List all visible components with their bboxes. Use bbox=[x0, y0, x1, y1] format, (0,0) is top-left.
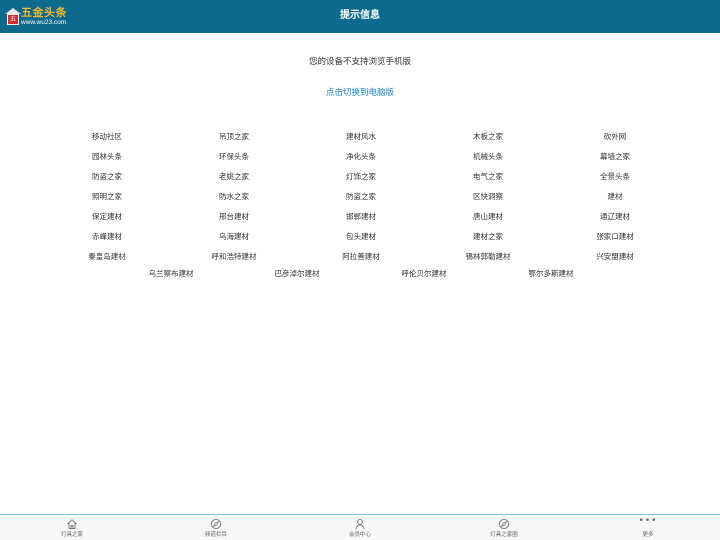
site-link[interactable]: 唐山建材 bbox=[428, 211, 548, 223]
site-link[interactable]: 巴彦淖尔建材 bbox=[237, 268, 357, 280]
tab-label: 更多 bbox=[642, 532, 654, 538]
site-link[interactable]: 照明之家 bbox=[47, 191, 167, 203]
site-link[interactable]: 区快洞察 bbox=[428, 191, 548, 203]
site-link[interactable]: 邯郸建材 bbox=[301, 211, 421, 223]
tab-circle[interactable]: 灯具之家圈 bbox=[454, 515, 554, 540]
site-link[interactable]: 锡林郭勒建材 bbox=[428, 251, 548, 263]
links-row: 照明之家 防水之家 防盗之家 区快洞察 建材 bbox=[0, 191, 720, 211]
site-links-grid: 移动社区 吊顶之家 建材风水 木板之家 砍外网 园林头条 环保头条 净化头条 机… bbox=[0, 131, 720, 291]
site-link[interactable]: 防水之家 bbox=[174, 191, 294, 203]
site-link[interactable]: 吊顶之家 bbox=[174, 131, 294, 143]
site-link[interactable]: 环保头条 bbox=[174, 151, 294, 163]
bottom-tab-bar: 灯具之家 频道栏目 会员中心 灯具之家圈 ••• 更多 bbox=[0, 514, 720, 540]
user-icon bbox=[355, 519, 365, 530]
site-link[interactable]: 包头建材 bbox=[301, 231, 421, 243]
site-link[interactable]: 灯饰之家 bbox=[301, 171, 421, 183]
site-link[interactable]: 乌海建材 bbox=[174, 231, 294, 243]
tab-member-center[interactable]: 会员中心 bbox=[310, 515, 410, 540]
switch-to-desktop-link[interactable]: 点击切换到电脑版 bbox=[0, 86, 720, 98]
links-row: 园林头条 环保头条 净化头条 机械头条 幕墙之家 bbox=[0, 151, 720, 171]
tab-label: 会员中心 bbox=[348, 532, 371, 538]
unsupported-device-notice: 您的设备不支持浏览手机版 bbox=[308, 57, 411, 67]
compass-icon bbox=[210, 518, 222, 530]
links-row: 秦皇岛建材 呼和浩特建材 阿拉善建材 锡林郭勒建材 兴安盟建材 bbox=[0, 251, 720, 271]
site-link[interactable]: 移动社区 bbox=[47, 131, 167, 143]
header-bar: 五 五金头条 www.wu23.com 提示信息 bbox=[0, 0, 720, 33]
site-link[interactable]: 兴安盟建材 bbox=[555, 251, 675, 263]
site-link[interactable]: 阿拉善建材 bbox=[301, 251, 421, 263]
site-link[interactable]: 木板之家 bbox=[428, 131, 548, 143]
site-link[interactable]: 秦皇岛建材 bbox=[47, 251, 167, 263]
site-link[interactable]: 防盗之家 bbox=[301, 191, 421, 203]
tab-home[interactable]: 灯具之家 bbox=[22, 515, 122, 540]
site-link[interactable]: 邢台建材 bbox=[174, 211, 294, 223]
home-icon bbox=[67, 519, 77, 529]
site-link[interactable]: 呼和浩特建材 bbox=[174, 251, 294, 263]
site-link[interactable]: 赤峰建材 bbox=[47, 231, 167, 243]
site-link[interactable]: 乌兰察布建材 bbox=[111, 268, 231, 280]
site-link[interactable]: 保定建材 bbox=[47, 211, 167, 223]
site-link[interactable]: 电气之家 bbox=[428, 171, 548, 183]
site-link[interactable]: 园林头条 bbox=[47, 151, 167, 163]
tab-more[interactable]: ••• 更多 bbox=[598, 515, 698, 540]
site-link[interactable]: 鄂尔多斯建材 bbox=[491, 268, 611, 280]
site-link[interactable]: 全景头条 bbox=[555, 171, 675, 183]
links-row: 防盗之家 老姚之家 灯饰之家 电气之家 全景头条 bbox=[0, 171, 720, 191]
site-link[interactable]: 老姚之家 bbox=[174, 171, 294, 183]
compass-icon bbox=[498, 518, 510, 530]
tab-channels[interactable]: 频道栏目 bbox=[166, 515, 266, 540]
site-link[interactable]: 防盗之家 bbox=[47, 171, 167, 183]
tab-label: 频道栏目 bbox=[204, 532, 227, 538]
site-link[interactable]: 建材 bbox=[555, 191, 675, 203]
site-link[interactable]: 张家口建材 bbox=[555, 231, 675, 243]
site-link[interactable]: 建材风水 bbox=[301, 131, 421, 143]
site-link[interactable]: 机械头条 bbox=[428, 151, 548, 163]
page-title: 提示信息 bbox=[340, 10, 380, 21]
tab-label: 灯具之家圈 bbox=[490, 532, 518, 538]
site-link[interactable]: 砍外网 bbox=[555, 131, 675, 143]
site-link[interactable]: 幕墙之家 bbox=[555, 151, 675, 163]
more-icon: ••• bbox=[638, 516, 658, 526]
site-link[interactable]: 净化头条 bbox=[301, 151, 421, 163]
links-row: 赤峰建材 乌海建材 包头建材 建材之家 张家口建材 bbox=[0, 231, 720, 251]
site-link[interactable]: 通辽建材 bbox=[555, 211, 675, 223]
site-link[interactable]: 呼伦贝尔建材 bbox=[364, 268, 484, 280]
links-row: 保定建材 邢台建材 邯郸建材 唐山建材 通辽建材 bbox=[0, 211, 720, 231]
site-link[interactable]: 建材之家 bbox=[428, 231, 548, 243]
tab-label: 灯具之家 bbox=[60, 532, 83, 538]
links-row: 移动社区 吊顶之家 建材风水 木板之家 砍外网 bbox=[0, 131, 720, 151]
links-row: 乌兰察布建材 巴彦淖尔建材 呼伦贝尔建材 鄂尔多斯建材 bbox=[0, 268, 720, 291]
